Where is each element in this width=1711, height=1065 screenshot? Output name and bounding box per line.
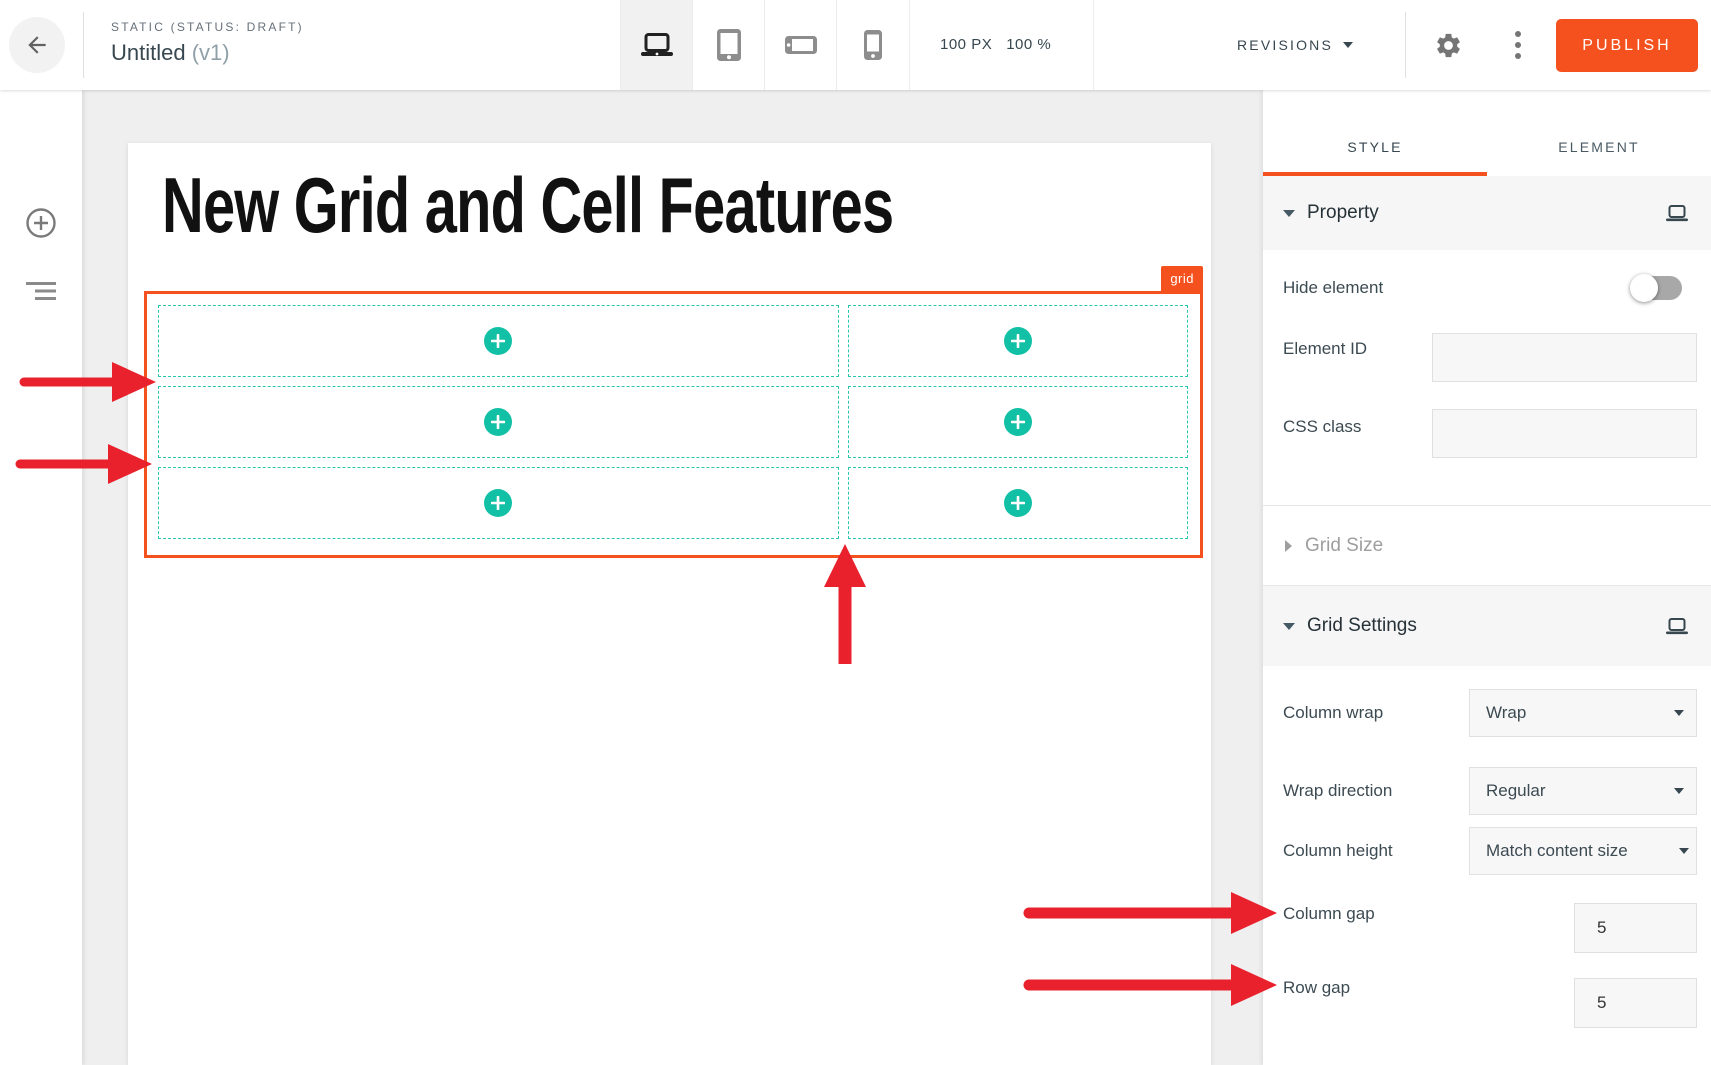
device-mobile-landscape-button[interactable] xyxy=(765,0,837,90)
laptop-icon xyxy=(1665,205,1689,222)
column-wrap-select[interactable]: Wrap xyxy=(1469,689,1697,737)
column-height-select[interactable]: Match content size xyxy=(1469,827,1697,875)
arrow-left-icon xyxy=(24,32,50,58)
grid-cell[interactable] xyxy=(848,386,1188,458)
plus-icon xyxy=(491,334,505,348)
column-height-value: Match content size xyxy=(1486,841,1628,861)
more-options-button[interactable] xyxy=(1498,25,1538,65)
device-preview-group xyxy=(620,0,910,90)
panel-tabs: STYLE ELEMENT xyxy=(1263,90,1711,176)
chevron-down-icon xyxy=(1343,42,1353,48)
grid-badge: grid xyxy=(1161,266,1203,291)
hide-element-label: Hide element xyxy=(1283,278,1383,298)
collapse-triangle-icon xyxy=(1283,210,1295,217)
section-title: Grid Size xyxy=(1305,535,1383,557)
add-content-button[interactable] xyxy=(1004,408,1032,436)
element-id-input[interactable] xyxy=(1432,333,1697,382)
column-wrap-value: Wrap xyxy=(1486,703,1526,723)
kebab-menu-icon xyxy=(1515,31,1521,59)
zoom-px-value: 100 PX xyxy=(940,36,992,53)
section-title: Property xyxy=(1307,202,1379,224)
element-id-label: Element ID xyxy=(1283,339,1367,359)
laptop-icon xyxy=(640,33,674,57)
divider xyxy=(1405,12,1406,78)
section-title: Grid Settings xyxy=(1307,615,1417,637)
outline-list-icon xyxy=(24,281,58,301)
publish-button[interactable]: PUBLISH xyxy=(1556,19,1698,72)
divider xyxy=(1093,0,1094,90)
expand-triangle-icon xyxy=(1285,540,1292,552)
mobile-landscape-icon xyxy=(785,36,817,54)
device-tablet-button[interactable] xyxy=(693,0,765,90)
layers-outline-button[interactable] xyxy=(18,268,64,314)
revisions-button[interactable]: REVISIONS xyxy=(1200,26,1390,64)
plus-icon xyxy=(491,415,505,429)
tab-element[interactable]: ELEMENT xyxy=(1487,90,1711,176)
doc-title-text: Untitled xyxy=(111,40,186,65)
add-content-button[interactable] xyxy=(484,327,512,355)
doc-version: (v1) xyxy=(192,40,230,65)
column-wrap-label: Column wrap xyxy=(1283,703,1383,723)
section-header-grid-settings[interactable]: Grid Settings xyxy=(1263,585,1711,666)
page-preview[interactable]: New Grid and Cell Features grid xyxy=(128,143,1211,1065)
row-gap-input[interactable] xyxy=(1574,978,1697,1028)
grid-cell[interactable] xyxy=(848,467,1188,539)
device-mobile-portrait-button[interactable] xyxy=(837,0,909,90)
grid-cell[interactable] xyxy=(158,467,839,539)
grid-cells xyxy=(147,294,1200,555)
device-desktop-button[interactable] xyxy=(621,0,693,90)
add-element-button[interactable] xyxy=(18,200,64,246)
add-content-button[interactable] xyxy=(1004,327,1032,355)
settings-panel: STYLE ELEMENT Property Hide element Elem… xyxy=(1263,90,1711,1065)
toggle-knob xyxy=(1630,274,1658,302)
status-label: STATIC (STATUS: DRAFT) xyxy=(111,20,304,34)
plus-icon xyxy=(1011,496,1025,510)
chevron-down-icon xyxy=(1674,710,1684,716)
column-height-label: Column height xyxy=(1283,841,1393,861)
plus-icon xyxy=(1011,334,1025,348)
grid-cell[interactable] xyxy=(848,305,1188,377)
wrap-direction-label: Wrap direction xyxy=(1283,781,1392,801)
section-header-grid-size[interactable]: Grid Size xyxy=(1263,505,1711,585)
settings-gear-button[interactable] xyxy=(1428,25,1468,65)
chevron-down-icon xyxy=(1674,788,1684,794)
app-window: STATIC (STATUS: DRAFT) Untitled (v1) xyxy=(0,0,1711,1065)
section-header-property[interactable]: Property xyxy=(1263,176,1711,250)
document-meta: STATIC (STATUS: DRAFT) Untitled (v1) xyxy=(111,20,304,66)
css-class-input[interactable] xyxy=(1432,409,1697,458)
add-content-button[interactable] xyxy=(484,489,512,517)
wrap-direction-select[interactable]: Regular xyxy=(1469,767,1697,815)
revisions-label: REVISIONS xyxy=(1237,37,1333,53)
zoom-percent-value: 100 % xyxy=(1006,36,1051,53)
mobile-portrait-icon xyxy=(864,30,882,60)
plus-circle-icon xyxy=(24,206,58,240)
gear-icon xyxy=(1434,31,1463,60)
add-content-button[interactable] xyxy=(1004,489,1032,517)
column-gap-input[interactable] xyxy=(1574,903,1697,953)
page-heading: New Grid and Cell Features xyxy=(162,163,893,249)
column-gap-label: Column gap xyxy=(1283,904,1375,924)
grid-element[interactable]: grid xyxy=(144,291,1203,558)
zoom-info: 100 PX 100 % xyxy=(940,36,1051,53)
grid-cell[interactable] xyxy=(158,305,839,377)
collapse-triangle-icon xyxy=(1283,623,1295,630)
back-button[interactable] xyxy=(9,17,65,73)
page-title: Untitled (v1) xyxy=(111,40,304,66)
left-toolbar xyxy=(0,90,82,1065)
laptop-icon xyxy=(1665,618,1689,635)
divider xyxy=(83,12,84,78)
tab-style[interactable]: STYLE xyxy=(1263,90,1487,176)
topbar: STATIC (STATUS: DRAFT) Untitled (v1) xyxy=(0,0,1711,90)
canvas: New Grid and Cell Features grid xyxy=(82,90,1263,1065)
add-content-button[interactable] xyxy=(484,408,512,436)
plus-icon xyxy=(1011,415,1025,429)
plus-icon xyxy=(491,496,505,510)
grid-cell[interactable] xyxy=(158,386,839,458)
wrap-direction-value: Regular xyxy=(1486,781,1546,801)
chevron-down-icon xyxy=(1679,848,1689,854)
row-gap-label: Row gap xyxy=(1283,978,1350,998)
tablet-icon xyxy=(716,29,742,61)
hide-element-toggle[interactable] xyxy=(1632,276,1682,300)
css-class-label: CSS class xyxy=(1283,417,1361,437)
